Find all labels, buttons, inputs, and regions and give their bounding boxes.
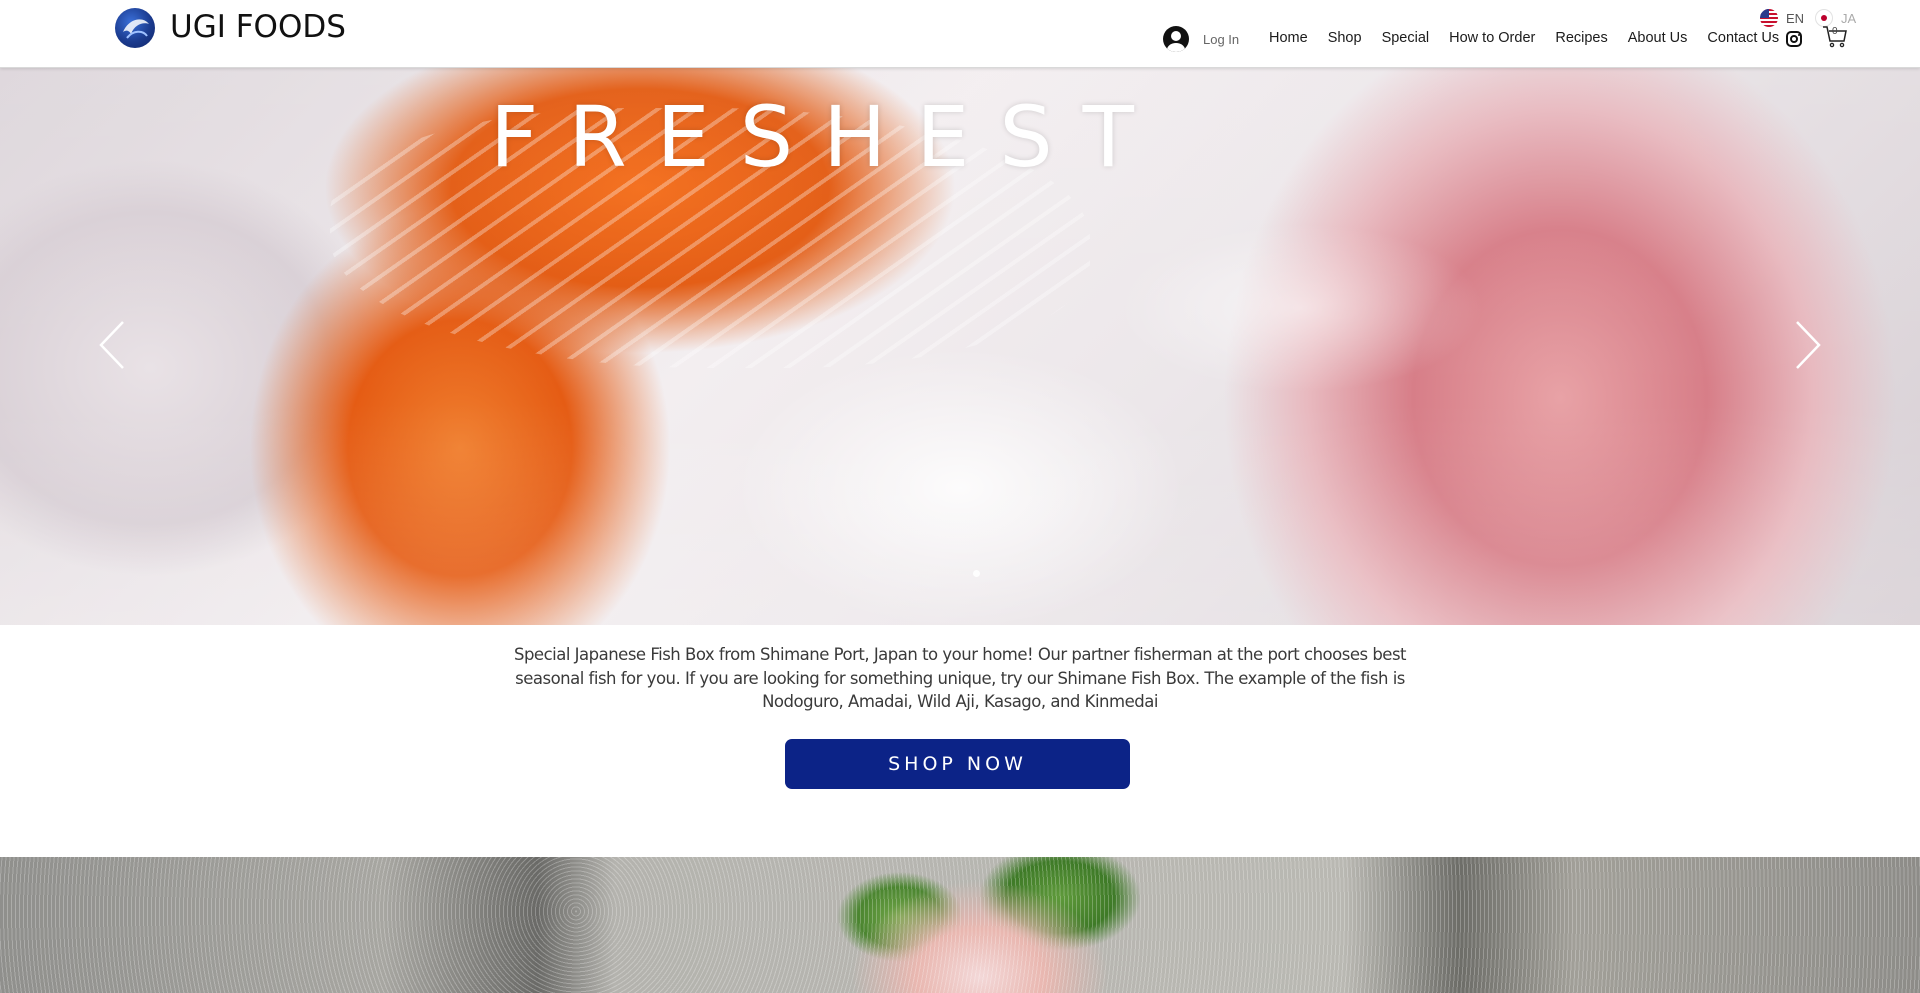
us-flag-icon	[1760, 9, 1778, 27]
brand-name[interactable]: UGI FOODS	[170, 9, 346, 45]
login-button[interactable]: Log In	[1163, 26, 1239, 52]
instagram-icon[interactable]	[1786, 31, 1802, 47]
user-avatar-icon	[1163, 26, 1189, 52]
language-en[interactable]: EN	[1760, 9, 1804, 27]
nav-shop[interactable]: Shop	[1318, 30, 1372, 46]
sashimi-image	[0, 857, 1920, 993]
nav-recipes[interactable]: Recipes	[1545, 30, 1617, 46]
fish-logo-icon[interactable]	[115, 8, 155, 48]
fish-box-description: Special Japanese Fish Box from Shimane P…	[513, 645, 1407, 711]
cart-button[interactable]: 0	[1822, 24, 1848, 50]
nav-how-to-order[interactable]: How to Order	[1439, 30, 1545, 46]
nav-contact-us[interactable]: Contact Us	[1697, 30, 1789, 46]
nav-home[interactable]: Home	[1269, 30, 1318, 46]
chevron-left-icon[interactable]	[97, 320, 127, 370]
login-label: Log In	[1203, 31, 1240, 47]
main-nav: Home Shop Special How to Order Recipes A…	[1269, 30, 1789, 46]
slide-indicator-dot[interactable]	[973, 570, 980, 577]
language-en-label: EN	[1786, 10, 1805, 26]
nav-special[interactable]: Special	[1372, 30, 1440, 46]
image-texture	[0, 857, 1920, 993]
shop-now-button[interactable]: SHOP NOW	[785, 739, 1130, 789]
site-header: UGI FOODS EN JA Log In Home Shop Special…	[0, 0, 1920, 68]
nav-about-us[interactable]: About Us	[1618, 30, 1698, 46]
cart-count: 0	[1832, 26, 1838, 37]
hero-title: FRESHEST	[490, 88, 1164, 186]
hero-slideshow: FRESHEST	[0, 68, 1920, 625]
chevron-right-icon[interactable]	[1793, 320, 1823, 370]
